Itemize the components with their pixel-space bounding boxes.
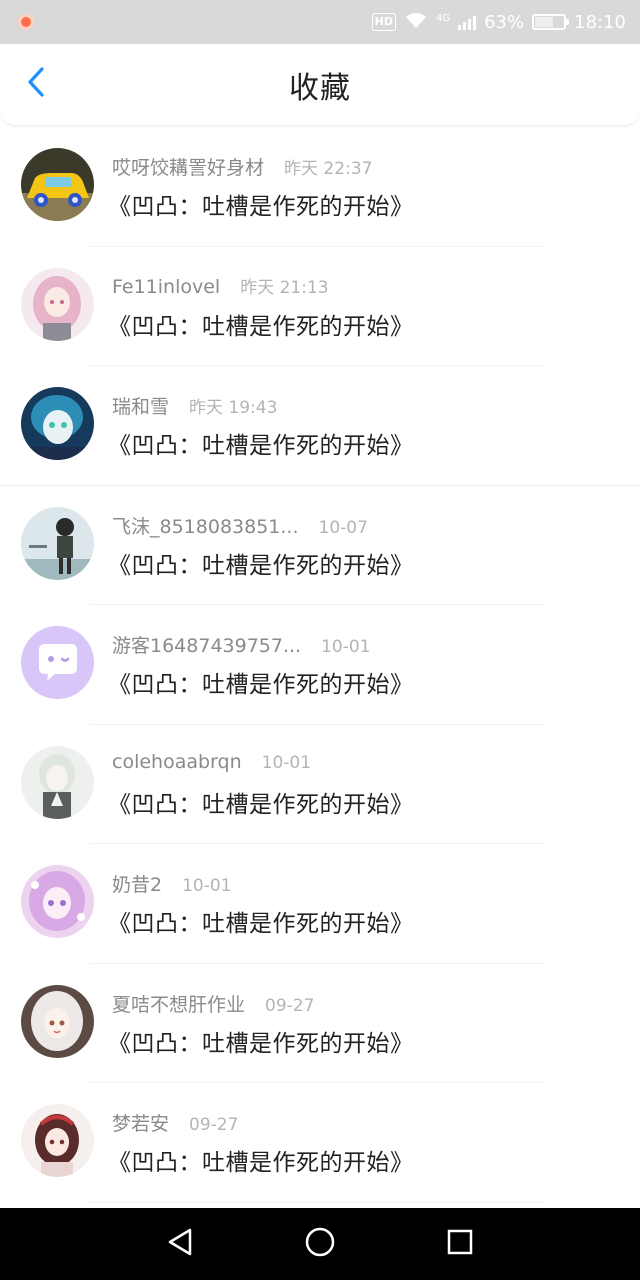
timestamp: 昨天 19:43 [189, 398, 278, 418]
timestamp: 09-27 [265, 995, 315, 1016]
comment-text[interactable]: 《凹凸：吐槽是作死的开始》 [108, 1143, 414, 1177]
avatar[interactable] [21, 865, 94, 938]
status-bar: HD 4G 63% 18:10 [0, 0, 640, 44]
avatar[interactable] [21, 506, 94, 580]
signal-icon [458, 14, 477, 30]
username[interactable]: 梦若安 [112, 1109, 169, 1136]
avatar[interactable] [21, 387, 94, 460]
clock: 18:10 [574, 11, 626, 33]
item-meta: colehoaabrqn 10-01 [112, 751, 311, 773]
timestamp: 昨天 22:37 [284, 159, 373, 179]
status-right: HD 4G 63% 18:10 [371, 11, 626, 34]
list-item[interactable]: 夏咭不想肝作业 09-27 《凹凸：吐槽是作死的开始》 [0, 964, 640, 1083]
nav-recents-button[interactable] [440, 1224, 480, 1264]
username[interactable]: colehoaabrqn [112, 751, 242, 773]
list-item[interactable]: 奶昔2 10-01 《凹凸：吐槽是作死的开始》 [0, 844, 640, 964]
square-recents-icon [446, 1228, 474, 1260]
item-meta: 飞沫_8518083851... 10-07 [112, 512, 368, 539]
app-header: 收藏 [0, 44, 640, 126]
avatar[interactable] [21, 984, 94, 1058]
circle-home-icon [304, 1226, 336, 1262]
avatar[interactable] [21, 1104, 94, 1177]
list-item[interactable]: colehoaabrqn 10-01 《凹凸：吐槽是作死的开始》 [0, 725, 640, 844]
comment-text[interactable]: 《凹凸：吐槽是作死的开始》 [108, 665, 414, 699]
avatar[interactable] [21, 626, 94, 699]
item-meta: 夏咭不想肝作业 09-27 [112, 990, 314, 1017]
chevron-left-icon [26, 66, 46, 102]
battery-percent: 63% [484, 11, 525, 33]
comment-text[interactable]: 《凹凸：吐槽是作死的开始》 [108, 187, 414, 221]
timestamp: 09-27 [189, 1115, 239, 1135]
status-left [18, 14, 34, 30]
wifi-icon [404, 11, 428, 34]
network-type: 4G [435, 12, 451, 24]
divider [90, 1201, 545, 1203]
avatar[interactable] [21, 745, 94, 819]
favorites-list: 哎呀饺耩詈好身材 昨天 22:37 《凹凸：吐槽是作死的开始》 Fe11inlo… [0, 127, 640, 1203]
list-item[interactable]: Fe11inlovel 昨天 21:13 《凹凸：吐槽是作死的开始》 [0, 247, 640, 366]
avatar[interactable] [21, 267, 94, 341]
triangle-back-icon [166, 1227, 194, 1261]
username[interactable]: 飞沫_8518083851... [112, 512, 299, 539]
comment-text[interactable]: 《凹凸：吐槽是作死的开始》 [108, 426, 414, 460]
avatar[interactable] [21, 148, 94, 221]
hd-badge: HD [371, 13, 396, 31]
timestamp: 10-01 [261, 752, 312, 773]
comment-text[interactable]: 《凹凸：吐槽是作死的开始》 [108, 1024, 414, 1058]
back-button[interactable] [18, 66, 54, 102]
nav-back-button[interactable] [160, 1224, 200, 1264]
page-title: 收藏 [289, 70, 351, 106]
list-item[interactable]: 梦若安 09-27 《凹凸：吐槽是作死的开始》 [0, 1083, 640, 1203]
battery-level-fill [535, 17, 553, 27]
list-item[interactable]: 哎呀饺耩詈好身材 昨天 22:37 《凹凸：吐槽是作死的开始》 [0, 127, 640, 247]
comment-text[interactable]: 《凹凸：吐槽是作死的开始》 [108, 904, 414, 938]
item-meta: 梦若安 09-27 [112, 1109, 238, 1136]
list-item[interactable]: 飞沫_8518083851... 10-07 《凹凸：吐槽是作死的开始》 [0, 486, 640, 605]
app-notification-icon [18, 14, 34, 30]
username[interactable]: 游客16487439757... [112, 631, 301, 658]
username[interactable]: Fe11inlovel [112, 276, 220, 298]
timestamp: 10-01 [182, 876, 232, 896]
list-item[interactable]: 游客16487439757... 10-01 《凹凸：吐槽是作死的开始》 [0, 605, 640, 725]
item-meta: 瑞和雪 昨天 19:43 [112, 392, 277, 419]
username[interactable]: 哎呀饺耩詈好身材 [112, 153, 264, 180]
username[interactable]: 奶昔2 [112, 870, 162, 897]
username[interactable]: 夏咭不想肝作业 [112, 990, 245, 1017]
nav-home-button[interactable] [300, 1224, 340, 1264]
timestamp: 10-01 [321, 637, 371, 657]
username[interactable]: 瑞和雪 [112, 392, 169, 419]
comment-text[interactable]: 《凹凸：吐槽是作死的开始》 [108, 307, 414, 341]
item-meta: 奶昔2 10-01 [112, 870, 232, 897]
item-meta: 哎呀饺耩詈好身材 昨天 22:37 [112, 153, 372, 180]
comment-text[interactable]: 《凹凸：吐槽是作死的开始》 [108, 785, 414, 819]
timestamp: 昨天 21:13 [240, 277, 329, 298]
battery-icon [532, 14, 570, 30]
system-nav-bar [0, 1208, 640, 1280]
list-item[interactable]: 瑞和雪 昨天 19:43 《凹凸：吐槽是作死的开始》 [0, 366, 640, 486]
item-meta: 游客16487439757... 10-01 [112, 631, 371, 658]
comment-text[interactable]: 《凹凸：吐槽是作死的开始》 [108, 546, 414, 580]
item-meta: Fe11inlovel 昨天 21:13 [112, 273, 329, 298]
timestamp: 10-07 [318, 517, 368, 538]
